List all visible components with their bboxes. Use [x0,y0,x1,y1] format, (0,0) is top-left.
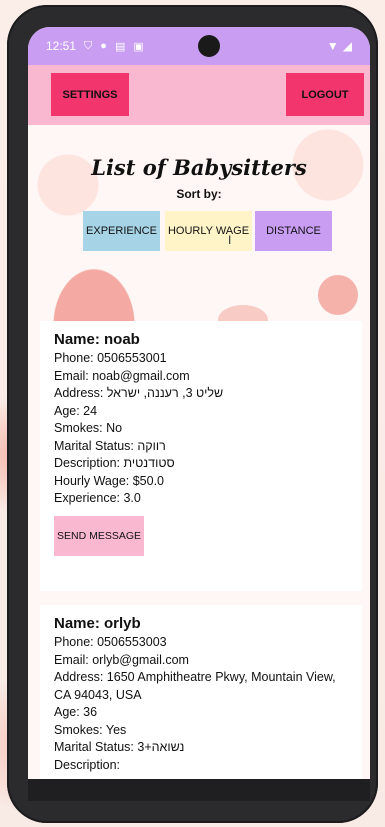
status-bar: 12:51 ⛉ ● ▤ ▣ ▼ ◢ [28,27,370,65]
text-cursor-icon: I [228,233,232,247]
notification-icon: ▣ [133,40,144,53]
camera-cutout [198,35,220,57]
babysitter-name: Name: noab [54,331,140,348]
signal-icon: ◢ [342,39,352,53]
babysitter-phone: Phone: 0506553001 [54,351,167,365]
shield-icon: ⛉ [84,39,93,52]
babysitter-smokes: Smokes: No [54,421,123,435]
clipboard-icon: ▤ [114,40,126,53]
babysitter-description: Description: [54,757,120,772]
babysitter-address: Address: 1650 Amphitheatre Pkwy, Mountai… [54,670,336,702]
babysitter-address: Address: שליט 3, רעננה, ישראל [54,386,224,400]
babysitter-email: Email: orlyb@gmail.com [54,652,189,667]
babysitter-hourly-wage: Hourly Wage: $50.0 [54,473,165,488]
sort-label: Sort by: [176,187,222,201]
app-screen: 12:51 ⛉ ● ▤ ▣ ▼ ◢ SETTINGS LOGOUT List o… [28,27,370,779]
phone-frame: 12:51 ⛉ ● ▤ ▣ ▼ ◢ SETTINGS LOGOUT List o… [7,5,378,823]
sort-hourly-wage-button[interactable]: HOURLY WAGE [165,211,252,251]
send-message-button[interactable]: SEND MESSAGE [54,515,144,556]
babysitter-age: Age: 36 [54,705,98,719]
babysitter-age: Age: 24 [54,403,98,418]
babysitter-list[interactable]: List of Babysitters Sort by: EXPERIENCE … [28,125,370,779]
navigation-bar [28,779,370,801]
babysitter-name: Name: orlyb [54,615,141,632]
page-title: List of Babysitters [91,155,307,180]
status-time: 12:51 [46,39,77,53]
babysitter-email: Email: noab@gmail.com [54,368,190,383]
wifi-icon: ▼ [326,39,339,53]
sort-experience-button[interactable]: EXPERIENCE [83,211,160,251]
settings-button[interactable]: SETTINGS [51,73,129,116]
babysitter-marital-status: Marital Status: נשואה+3 [54,740,185,754]
location-icon: ● [100,40,107,52]
babysitter-smokes: Smokes: Yes [54,722,127,737]
babysitter-experience: Experience: 3.0 [54,491,141,505]
babysitter-description: Description: סטודנטית [54,456,175,470]
babysitter-card: Name: orlyb Phone: 0506553003 Email: orl… [40,605,362,779]
babysitter-phone: Phone: 0506553003 [54,635,167,649]
sort-distance-button[interactable]: DISTANCE [255,211,332,251]
babysitter-card: Name: noab Phone: 0506553001 Email: noab… [40,321,362,591]
logout-button[interactable]: LOGOUT [286,73,364,116]
babysitter-marital-status: Marital Status: רווקה [54,438,166,453]
app-bar: SETTINGS LOGOUT [28,65,370,125]
background-decoration [318,275,358,315]
